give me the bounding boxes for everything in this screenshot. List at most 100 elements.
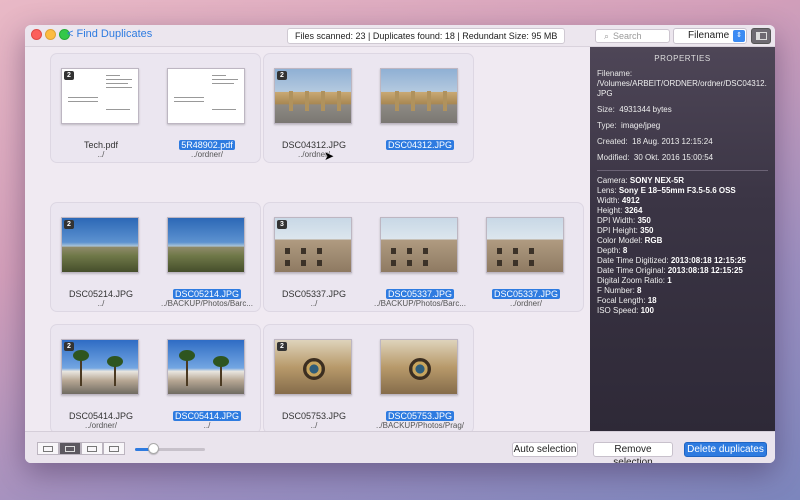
file-thumbnail: 2	[61, 217, 139, 273]
exif-row: Date Time Original: 2013:08:18 12:15:25	[597, 266, 743, 275]
duplicate-group: 2 DSC05214.JPG ../ DSC05214.JPG ../BACKU…	[50, 202, 261, 312]
grid-view-button[interactable]	[37, 442, 59, 455]
type-row: Type: image/jpeg	[597, 121, 661, 130]
file-path: ../	[310, 299, 318, 308]
file-path: ../	[310, 421, 318, 430]
modified-row: Modified: 30 Okt. 2016 15:00:54	[597, 153, 714, 162]
sort-value: Filename	[688, 30, 730, 41]
duplicate-group: 2 DSC04312.JPG ../ordner/ DSC04312.JPG	[263, 53, 474, 163]
exif-list: Camera: SONY NEX-5R Lens: Sony E 18–55mm …	[597, 176, 768, 316]
size-row: Size: 4931344 bytes	[597, 105, 672, 114]
file-item[interactable]: DSC05214.JPG ../BACKUP/Photos/Barc...	[157, 203, 263, 308]
tree-view-button[interactable]	[81, 442, 103, 455]
file-name: DSC05214.JPG	[172, 289, 242, 299]
file-item[interactable]: DSC05414.JPG ../	[157, 325, 263, 430]
file-path: ../BACKUP/Photos/Barc...	[160, 299, 254, 308]
exif-row: Digital Zoom Ratio: 1	[597, 276, 672, 285]
duplicate-count-badge: 2	[64, 220, 74, 229]
mouse-pointer-icon: ➤	[324, 149, 335, 163]
created-row: Created: 18 Aug. 2013 12:15:24	[597, 137, 713, 146]
duplicate-group: 2 DSC05753.JPG ../ DSC05753.JPG ../BACKU…	[263, 324, 474, 431]
file-item[interactable]: 5R48902.pdf ../ordner/	[157, 54, 263, 159]
file-item[interactable]: 2 DSC05414.JPG ../ordner/	[51, 325, 157, 430]
grid-large-icon	[65, 446, 75, 452]
search-placeholder: Search	[613, 31, 642, 41]
sort-select[interactable]: Filename ⇕	[673, 28, 747, 44]
file-name: DSC05414.JPG	[68, 411, 134, 421]
auto-selection-button[interactable]: Auto selection	[512, 442, 578, 457]
exif-row: Camera: SONY NEX-5R	[597, 176, 685, 185]
file-thumbnail: 2	[61, 68, 139, 124]
file-item[interactable]: DSC04312.JPG	[370, 54, 476, 154]
file-item[interactable]: DSC05337.JPG ../ordner/	[476, 203, 582, 308]
file-name: DSC05753.JPG	[385, 411, 455, 421]
file-thumbnail: 2	[274, 68, 352, 124]
file-item[interactable]: 2 DSC05753.JPG ../	[264, 325, 370, 430]
file-name: Tech.pdf	[83, 140, 119, 150]
properties-title: PROPERTIES	[654, 54, 711, 63]
toolbar: < Find Duplicates Files scanned: 23 | Du…	[25, 25, 775, 47]
file-thumbnail	[380, 339, 458, 395]
thumbnail-size-slider[interactable]	[135, 448, 205, 451]
file-path: ../ordner/	[190, 150, 223, 159]
exif-row: Date Time Digitized: 2013:08:18 12:15:25	[597, 256, 746, 265]
search-input[interactable]: ⌕ Search	[595, 29, 670, 43]
grid-icon	[43, 446, 53, 452]
file-path: ../ordner/	[297, 150, 330, 159]
list-view-button[interactable]	[103, 442, 125, 455]
large-grid-view-button[interactable]	[59, 442, 81, 455]
properties-panel: PROPERTIES Filename:/Volumes/ARBEIT/ORDN…	[590, 47, 775, 431]
file-name: DSC04312.JPG	[281, 140, 347, 150]
duplicate-count-badge: 2	[64, 71, 74, 80]
file-name: DSC05337.JPG	[491, 289, 561, 299]
file-item[interactable]: DSC05753.JPG ../BACKUP/Photos/Prag/	[370, 325, 476, 430]
file-name: DSC05337.JPG	[385, 289, 455, 299]
exif-row: Color Model: RGB	[597, 236, 663, 245]
file-item[interactable]: 2 DSC04312.JPG ../ordner/	[264, 54, 370, 159]
file-thumbnail	[380, 68, 458, 124]
exif-row: Focal Length: 18	[597, 296, 657, 305]
tree-icon	[87, 446, 97, 452]
exif-row: F Number: 8	[597, 286, 642, 295]
filename-row: Filename:/Volumes/ARBEIT/ORDNER/ordner/D…	[597, 69, 767, 98]
delete-duplicates-button[interactable]: Delete duplicates	[684, 442, 767, 457]
exif-row: Width: 4912	[597, 196, 640, 205]
sidebar-icon	[756, 32, 767, 40]
file-thumbnail: 2	[61, 339, 139, 395]
file-path: ../BACKUP/Photos/Barc...	[373, 299, 467, 308]
file-thumbnail	[167, 217, 245, 273]
exif-row: Height: 3264	[597, 206, 643, 215]
minimize-window-button[interactable]	[45, 29, 56, 40]
file-item[interactable]: 3 DSC05337.JPG ../	[264, 203, 370, 308]
file-thumbnail	[380, 217, 458, 273]
scan-status: Files scanned: 23 | Duplicates found: 18…	[287, 28, 566, 44]
remove-selection-button[interactable]: Remove selection	[593, 442, 673, 463]
duplicate-group: 2 Tech.pdf ../ 5R48902.pdf ../ordner/	[50, 53, 261, 163]
file-thumbnail	[167, 68, 245, 124]
back-button[interactable]: < Find Duplicates	[67, 28, 152, 40]
duplicate-group: 2 DSC05414.JPG ../ordner/ DSC05414.JPG .…	[50, 324, 261, 431]
exif-row: ISO Speed: 100	[597, 306, 654, 315]
duplicate-count-badge: 2	[64, 342, 74, 351]
file-item[interactable]: DSC05337.JPG ../BACKUP/Photos/Barc...	[370, 203, 476, 308]
file-path: ../ordner/	[84, 421, 117, 430]
duplicate-count-badge: 2	[277, 342, 287, 351]
duplicate-count-badge: 3	[277, 220, 287, 229]
chevron-updown-icon: ⇕	[733, 30, 745, 42]
close-window-button[interactable]	[31, 29, 42, 40]
file-name: 5R48902.pdf	[179, 140, 235, 150]
file-item[interactable]: 2 Tech.pdf ../	[51, 54, 157, 159]
duplicates-grid: 2 Tech.pdf ../ 5R48902.pdf ../ordner/ 2 …	[25, 47, 590, 431]
file-thumbnail	[486, 217, 564, 273]
toggle-sidebar-button[interactable]	[751, 28, 771, 44]
list-icon	[109, 446, 119, 452]
slider-knob[interactable]	[147, 443, 159, 454]
divider	[597, 170, 768, 171]
file-path: ../ordner/	[509, 299, 542, 308]
main-window: < Find Duplicates Files scanned: 23 | Du…	[25, 25, 775, 463]
file-path: ../	[203, 421, 211, 430]
file-path: ../	[97, 299, 105, 308]
file-name: DSC05414.JPG	[172, 411, 242, 421]
file-thumbnail	[167, 339, 245, 395]
file-item[interactable]: 2 DSC05214.JPG ../	[51, 203, 157, 308]
